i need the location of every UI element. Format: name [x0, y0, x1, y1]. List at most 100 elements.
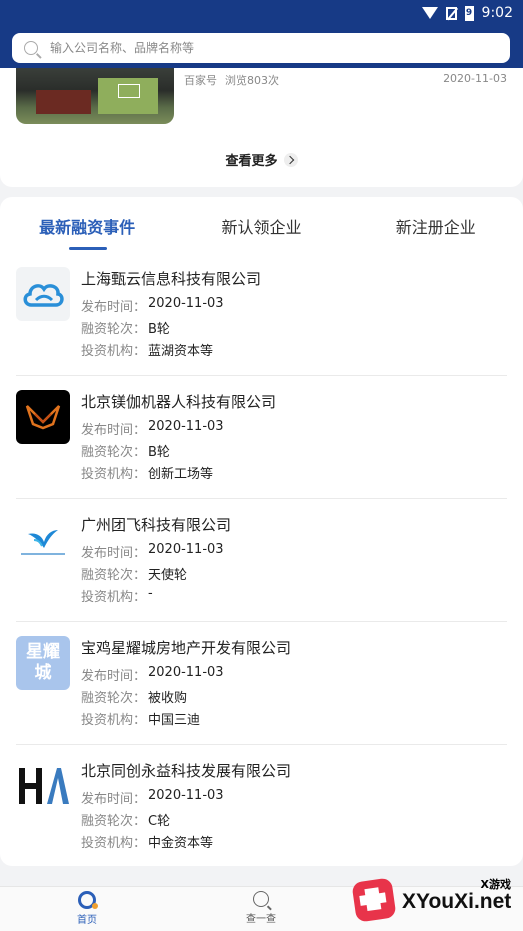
cloud-logo: [16, 267, 70, 321]
investor-label: 投资机构：: [81, 467, 147, 482]
star-city-logo: 星耀 城: [16, 636, 70, 690]
publish-time-value: 2020-11-03: [148, 788, 224, 803]
bird-icon: [28, 529, 58, 548]
publish-time-value: 2020-11-03: [148, 419, 224, 434]
company-name: 北京镁伽机器人科技有限公司: [81, 393, 277, 411]
list-item[interactable]: 广州团飞科技有限公司 发布时间： 2020-11-03 融资轮次： 天使轮 投资机构…: [16, 499, 507, 622]
investor-label: 投资机构：: [81, 836, 147, 851]
see-more-label: 查看更多: [225, 154, 278, 169]
news-date: 2020-11-03: [443, 72, 507, 85]
investor-value: 蓝湖资本等: [148, 344, 214, 359]
news-thumbnail[interactable]: [16, 68, 174, 124]
company-name: 广州团飞科技有限公司: [81, 516, 232, 534]
nav-home[interactable]: 首页: [57, 891, 117, 926]
company-name: 宝鸡星耀城房地产开发有限公司: [81, 639, 292, 657]
publish-time-label: 发布时间：: [81, 546, 147, 561]
round-label: 融资轮次：: [81, 568, 147, 583]
investor-value: -: [148, 586, 153, 601]
round-row: 融资轮次： C轮: [81, 810, 170, 829]
active-tab-indicator: [69, 247, 107, 250]
tab-bar: 最新融资事件 新认领企业 新注册企业: [0, 197, 523, 253]
tab-new-registered[interactable]: 新注册企业: [366, 212, 506, 238]
watermark: X游戏 XYouXi.net: [350, 872, 523, 931]
gamepad-logo-icon: [351, 877, 397, 923]
investor-row: 投资机构： 创新工场等: [81, 463, 213, 482]
investor-value: 中国三迪: [148, 713, 201, 728]
round-value: B轮: [148, 445, 170, 460]
round-label: 融资轮次：: [81, 691, 147, 706]
list-item[interactable]: 北京镁伽机器人科技有限公司 发布时间： 2020-11-03 融资轮次： B轮 投资…: [16, 376, 507, 499]
tab-latest-funding[interactable]: 最新融资事件: [17, 212, 157, 238]
logo-text-line-1: 星耀: [26, 642, 60, 662]
round-value: C轮: [148, 814, 171, 829]
publish-time-row: 发布时间： 2020-11-03: [81, 542, 224, 561]
ha-logo: [16, 759, 70, 813]
logo-caption-bar: [21, 552, 65, 555]
publish-time-label: 发布时间：: [81, 792, 147, 807]
investor-row: 投资机构： 中金资本等: [81, 832, 213, 851]
round-value: 天使轮: [148, 568, 188, 583]
search-icon: [253, 891, 269, 907]
investor-row: 投资机构： 中国三迪: [81, 709, 200, 728]
publish-time-row: 发布时间： 2020-11-03: [81, 296, 224, 315]
search-icon: [24, 41, 38, 55]
publish-time-row: 发布时间： 2020-11-03: [81, 419, 224, 438]
publish-time-label: 发布时间：: [81, 423, 147, 438]
news-views: 浏览803次: [225, 74, 279, 87]
nav-search-label: 查一查: [246, 914, 276, 925]
list-item[interactable]: 星耀 城 宝鸡星耀城房地产开发有限公司 发布时间： 2020-11-03 融资轮次…: [16, 622, 507, 745]
list-item[interactable]: 上海甄云信息科技有限公司 发布时间： 2020-11-03 融资轮次： B轮 投资机…: [16, 253, 507, 376]
tab-new-claimed[interactable]: 新认领企业: [191, 212, 331, 238]
wifi-icon: [421, 7, 438, 19]
investor-label: 投资机构：: [81, 344, 147, 359]
watermark-en-text: XYouXi.net: [402, 890, 512, 913]
publish-time-label: 发布时间：: [81, 300, 147, 315]
round-label: 融资轮次：: [81, 814, 147, 829]
storefront-shape: [36, 90, 91, 114]
news-card[interactable]: 百家号 浏览803次 2020-11-03 查看更多: [0, 68, 523, 187]
publish-time-row: 发布时间： 2020-11-03: [81, 665, 224, 684]
search-input[interactable]: [50, 41, 470, 55]
chevron-right-icon: [283, 152, 298, 167]
logo-text-line-2: 城: [34, 663, 52, 683]
no-sim-icon: [445, 6, 457, 20]
funding-list-card: 最新融资事件 新认领企业 新注册企业 上海甄云信息科技有限公司 发布时间： 202…: [0, 197, 523, 866]
investor-value: 中金资本等: [148, 836, 214, 851]
status-time: 9:02: [481, 5, 513, 21]
store-sign-shape: [98, 78, 158, 114]
round-row: 融资轮次： B轮: [81, 318, 170, 337]
company-name: 上海甄云信息科技有限公司: [81, 270, 262, 288]
publish-time-value: 2020-11-03: [148, 665, 224, 680]
list-item[interactable]: 北京同创永益科技发展有限公司 发布时间： 2020-11-03 融资轮次： C轮 投…: [16, 745, 507, 868]
investor-row: 投资机构： -: [81, 586, 153, 605]
round-value: 被收购: [148, 691, 188, 706]
app-header: 9 9:02: [0, 0, 523, 68]
bird-logo: [16, 513, 70, 567]
round-label: 融资轮次：: [81, 445, 147, 460]
see-more-button[interactable]: 查看更多: [0, 150, 523, 169]
status-bar: 9 9:02: [0, 0, 523, 26]
home-icon: [78, 891, 98, 909]
investor-value: 创新工场等: [148, 467, 214, 482]
news-meta: 百家号 浏览803次: [184, 72, 279, 88]
publish-time-label: 发布时间：: [81, 669, 147, 684]
company-name: 北京同创永益科技发展有限公司: [81, 762, 292, 780]
round-row: 融资轮次： 被收购: [81, 687, 187, 706]
mega-robotics-logo: [16, 390, 70, 444]
round-label: 融资轮次：: [81, 322, 147, 337]
nav-search[interactable]: 查一查: [231, 891, 291, 925]
round-value: B轮: [148, 322, 170, 337]
publish-time-value: 2020-11-03: [148, 542, 224, 557]
round-row: 融资轮次： B轮: [81, 441, 170, 460]
publish-time-row: 发布时间： 2020-11-03: [81, 788, 224, 807]
investor-label: 投资机构：: [81, 590, 147, 605]
nav-home-label: 首页: [77, 915, 97, 926]
news-source: 百家号: [184, 74, 217, 87]
cloud-icon: [23, 284, 64, 307]
search-bar[interactable]: [12, 33, 510, 63]
investor-row: 投资机构： 蓝湖资本等: [81, 340, 213, 359]
publish-time-value: 2020-11-03: [148, 296, 224, 311]
round-row: 融资轮次： 天使轮: [81, 564, 187, 583]
ha-mark-icon: [19, 768, 69, 804]
robot-wing-icon: [25, 405, 61, 430]
